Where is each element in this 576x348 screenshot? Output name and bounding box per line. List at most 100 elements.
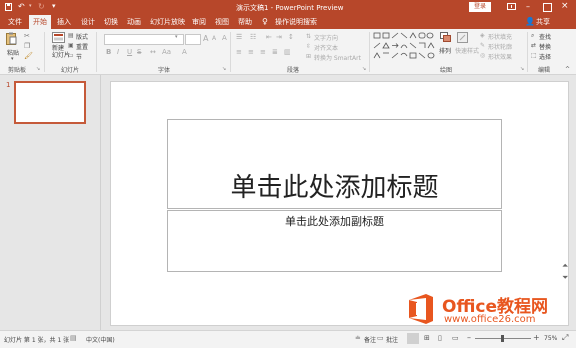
section-button[interactable]: 节 — [76, 52, 82, 61]
reset-icon[interactable]: ▣ — [68, 42, 74, 49]
align-text-button[interactable]: 对齐文本 — [314, 43, 338, 52]
select-icon[interactable]: ⬚ — [531, 52, 537, 59]
zoom-level[interactable]: 75% — [544, 335, 557, 342]
arrange-button[interactable]: 排列 — [439, 46, 451, 55]
paste-icon[interactable] — [6, 32, 17, 45]
quick-styles-icon[interactable] — [457, 32, 468, 43]
bullets-icon[interactable]: ☰ — [236, 33, 242, 41]
replace-button[interactable]: 替换 — [539, 42, 551, 51]
underline-button[interactable]: U — [127, 48, 132, 56]
spelling-icon[interactable]: ▤ — [70, 334, 77, 342]
quick-access-customize-icon[interactable]: ▾ — [52, 2, 56, 10]
subtitle-placeholder[interactable]: 单击此处添加副标题 — [167, 210, 502, 272]
language-status[interactable]: 中文(中国) — [86, 335, 115, 344]
slide-thumbnail[interactable] — [14, 81, 86, 124]
tab-slideshow[interactable]: 幻灯片放映 — [150, 17, 185, 27]
align-right-icon[interactable]: ≡ — [260, 48, 266, 56]
tab-insert[interactable]: 插入 — [57, 17, 71, 27]
zoom-in-icon[interactable]: + — [533, 333, 540, 342]
login-button[interactable]: 登录 — [469, 2, 491, 12]
clear-format-button[interactable]: A — [222, 34, 227, 42]
paragraph-launcher-icon[interactable]: ↘ — [362, 66, 366, 72]
font-name-dropdown-icon[interactable]: ▾ — [175, 34, 178, 40]
character-spacing-icon[interactable]: ↔ — [150, 48, 156, 56]
section-icon[interactable]: ▭ — [68, 52, 74, 59]
comments-button[interactable]: 批注 — [386, 335, 398, 344]
undo-icon[interactable]: ↶ — [18, 2, 25, 11]
drawing-launcher-icon[interactable]: ↘ — [520, 66, 524, 72]
shape-outline-icon[interactable]: ✎ — [480, 42, 485, 49]
reset-button[interactable]: 重置 — [76, 42, 88, 51]
notes-button[interactable]: 备注 — [364, 335, 376, 344]
justify-icon[interactable]: ≣ — [272, 48, 278, 56]
increase-font-size-button[interactable]: A — [203, 34, 208, 43]
save-icon[interactable] — [5, 3, 12, 11]
shape-effects-icon[interactable]: ◎ — [480, 52, 485, 59]
font-name-combo[interactable] — [104, 34, 184, 45]
convert-smartart-button[interactable]: 转换为 SmartArt — [314, 53, 361, 62]
clipboard-launcher-icon[interactable]: ↘ — [36, 66, 40, 72]
maximize-icon[interactable] — [543, 3, 552, 12]
scroll-up-icon[interactable]: ⏶ — [562, 261, 568, 271]
quick-styles-button[interactable]: 快速样式 — [455, 46, 479, 55]
align-left-icon[interactable]: ≡ — [236, 48, 242, 56]
bold-button[interactable]: B — [106, 48, 111, 56]
undo-dropdown-icon[interactable]: ▾ — [29, 3, 32, 9]
find-icon[interactable]: ⌕ — [531, 32, 534, 40]
share-button[interactable]: 共享 — [536, 17, 550, 27]
shape-fill-icon[interactable]: ◈ — [480, 32, 485, 39]
fit-to-window-icon[interactable]: ⤢ — [562, 333, 568, 343]
tab-help[interactable]: 帮助 — [238, 17, 252, 27]
shape-effects-button[interactable]: 形状效果 — [488, 52, 512, 61]
find-button[interactable]: 查找 — [539, 32, 551, 41]
italic-button[interactable]: I — [117, 48, 119, 56]
shape-outline-button[interactable]: 形状轮廓 — [488, 42, 512, 51]
shapes-gallery[interactable] — [373, 32, 435, 60]
reading-view-icon[interactable]: ▯ — [438, 334, 442, 342]
increase-indent-icon[interactable]: ⇥ — [276, 33, 282, 41]
redo-icon[interactable]: ↻ — [38, 2, 45, 11]
collapse-ribbon-icon[interactable]: ^ — [565, 66, 570, 73]
new-slide-icon[interactable] — [52, 32, 65, 43]
layout-icon[interactable]: ▤ — [68, 32, 74, 39]
columns-icon[interactable]: ▥ — [284, 48, 291, 56]
normal-view-icon[interactable] — [407, 333, 419, 344]
change-case-icon[interactable]: Aa — [162, 48, 171, 56]
cut-icon[interactable]: ✂ — [24, 32, 30, 40]
line-spacing-icon[interactable]: ↕ — [288, 33, 294, 41]
tell-me-search[interactable]: 操作说明搜索 — [275, 17, 317, 27]
slide-count-status[interactable]: 幻灯片 第 1 张，共 1 张 — [4, 335, 69, 344]
tab-file[interactable]: 文件 — [8, 17, 22, 27]
font-size-combo[interactable] — [185, 34, 201, 45]
tab-home[interactable]: 开始 — [29, 15, 51, 29]
numbering-icon[interactable]: ☷ — [250, 33, 256, 41]
select-button[interactable]: 选择 — [539, 52, 551, 61]
shape-fill-button[interactable]: 形状填充 — [488, 32, 512, 41]
title-placeholder[interactable]: 单击此处添加标题 — [167, 119, 502, 209]
ribbon-display-options-icon[interactable] — [507, 2, 516, 11]
smartart-icon[interactable]: ⊞ — [306, 53, 311, 60]
text-direction-icon[interactable]: ⇅ — [306, 33, 311, 40]
zoom-out-icon[interactable]: – — [467, 333, 471, 342]
align-text-icon[interactable]: ⇳ — [306, 43, 311, 50]
tab-transitions[interactable]: 切换 — [104, 17, 118, 27]
minimize-icon[interactable]: – — [526, 2, 530, 11]
decrease-indent-icon[interactable]: ⇤ — [266, 33, 272, 41]
format-painter-icon[interactable]: 🖌 — [24, 52, 33, 60]
scroll-down-icon[interactable]: ⏷ — [562, 273, 568, 283]
font-color-icon[interactable]: A — [182, 48, 187, 56]
text-direction-button[interactable]: 文字方向 — [314, 33, 338, 42]
copy-icon[interactable]: ❐ — [24, 42, 30, 50]
align-center-icon[interactable]: ≡ — [248, 48, 254, 56]
tab-animations[interactable]: 动画 — [127, 17, 141, 27]
close-icon[interactable]: × — [561, 1, 569, 11]
arrange-icon[interactable] — [440, 32, 451, 43]
strikethrough-button[interactable]: S — [137, 48, 141, 56]
paste-dropdown-icon[interactable]: ▾ — [11, 56, 14, 62]
slide-sorter-view-icon[interactable]: ⊞ — [424, 334, 430, 342]
font-launcher-icon[interactable]: ↘ — [222, 66, 226, 72]
zoom-slider-thumb[interactable] — [501, 335, 504, 342]
tab-view[interactable]: 视图 — [215, 17, 229, 27]
layout-button[interactable]: 版式 — [76, 32, 88, 41]
tab-design[interactable]: 设计 — [81, 17, 95, 27]
